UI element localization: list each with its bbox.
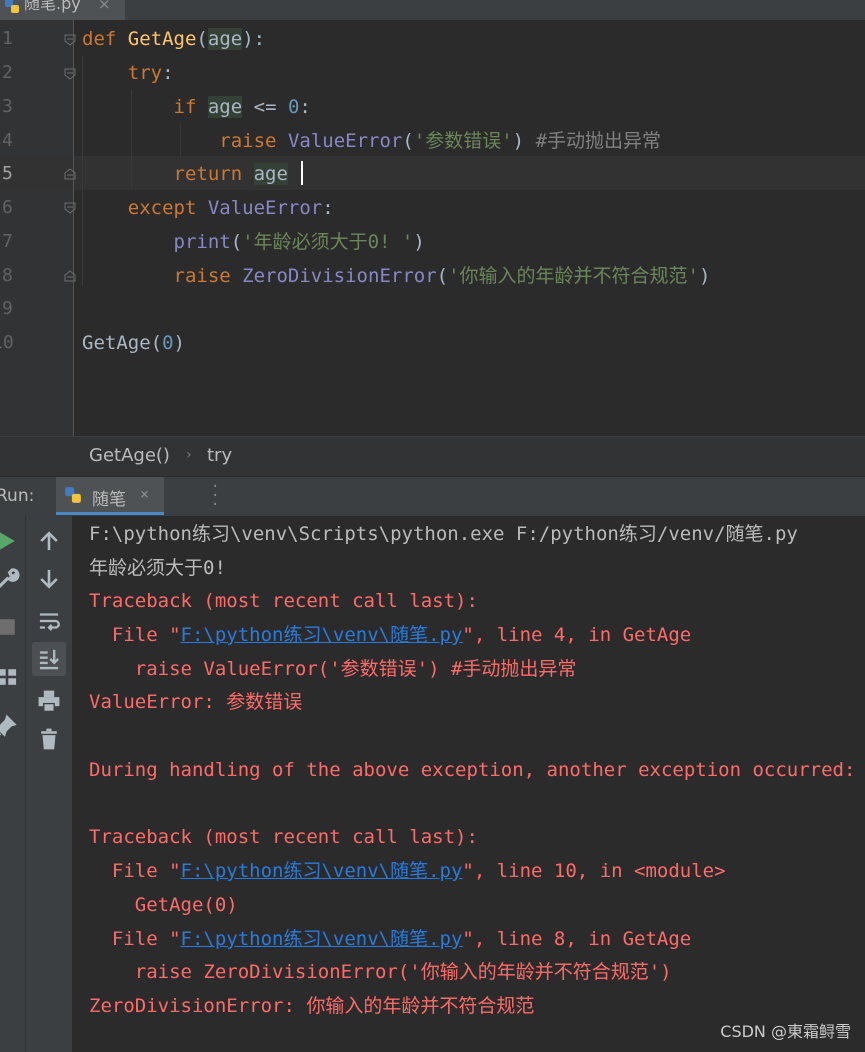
code-line-1: def GetAge(age):: [82, 28, 266, 50]
layout-icon[interactable]: [0, 664, 20, 690]
run-label: Run:: [0, 486, 35, 506]
traceback-code-line: GetAge(0): [89, 894, 238, 916]
file-link[interactable]: F:\python练习\venv\随笔.py: [181, 624, 463, 646]
arrow-up-icon[interactable]: [36, 528, 62, 554]
fold-end-icon[interactable]: [64, 270, 76, 282]
line-number: 4: [2, 130, 13, 151]
editor-tab-strip: [0, 0, 865, 21]
code-editor[interactable]: [74, 20, 865, 436]
breadcrumb: GetAge() › try: [0, 436, 865, 477]
code-line-3: if age <= 0:: [173, 96, 311, 118]
run-tab[interactable]: 随笔 ×: [56, 477, 164, 515]
fold-icon[interactable]: [64, 202, 76, 214]
watermark: CSDN @東霜鲟雪: [720, 1022, 851, 1041]
during-handling-message: During handling of the above exception, …: [89, 759, 856, 781]
more-options-icon[interactable]: · · ·: [211, 480, 219, 512]
soft-wrap-icon[interactable]: [36, 608, 62, 634]
run-panel-header: Run: 随笔 × · · ·: [0, 476, 865, 517]
scroll-to-end-icon[interactable]: [36, 646, 62, 672]
traceback-code-line: raise ZeroDivisionError('你输入的年龄并不符合规范'): [89, 961, 672, 983]
run-toolbar-left: [0, 516, 25, 1052]
line-number: 9: [2, 298, 13, 319]
print-icon[interactable]: [36, 688, 62, 714]
close-icon[interactable]: ×: [140, 485, 149, 503]
line-number: 2: [2, 62, 13, 83]
code-line-6: except ValueError:: [127, 197, 334, 219]
code-line-4: raise ValueError('参数错误') #手动抛出异常: [219, 130, 662, 152]
code-line-5: return age: [173, 163, 288, 185]
line-number: 10: [0, 332, 14, 353]
traceback-header: Traceback (most recent call last):: [89, 826, 478, 848]
console-command-line: F:\python练习\venv\Scripts\python.exe F:/p…: [89, 523, 798, 545]
run-icon[interactable]: [0, 528, 20, 554]
traceback-file-line: File "F:\python练习\venv\随笔.py", line 4, i…: [89, 624, 692, 646]
line-number: 6: [2, 197, 13, 218]
fold-icon[interactable]: [64, 34, 76, 46]
run-console[interactable]: F:\python练习\venv\Scripts\python.exe F:/p…: [72, 516, 865, 1052]
file-link[interactable]: F:\python练习\venv\随笔.py: [181, 928, 463, 950]
python-icon: [65, 487, 81, 503]
editor-tab[interactable]: 随笔.py ×: [0, 0, 125, 20]
fold-end-icon[interactable]: [64, 168, 76, 180]
editor-tab-label: 随笔.py: [24, 0, 81, 13]
breadcrumb-separator: ›: [186, 447, 192, 463]
code-line-8: raise ZeroDivisionError('你输入的年龄并不符合规范'): [173, 265, 711, 287]
code-line-2: try:: [127, 62, 174, 84]
breadcrumb-item-getage[interactable]: GetAge(): [89, 445, 170, 466]
stop-icon[interactable]: [0, 614, 20, 640]
line-number: 3: [2, 96, 13, 117]
code-line-7: print('年龄必须大于0! '): [173, 231, 425, 253]
text-caret: [301, 161, 303, 185]
breadcrumb-item-try[interactable]: try: [207, 445, 232, 466]
line-number: 1: [2, 28, 13, 49]
line-number: 8: [2, 265, 13, 286]
wrench-icon[interactable]: [0, 566, 20, 592]
console-print-output: 年龄必须大于0!: [89, 557, 226, 579]
gutter-divider: [73, 20, 74, 436]
fold-icon[interactable]: [64, 68, 76, 80]
run-tab-label: 随笔: [92, 490, 126, 510]
pin-icon[interactable]: [0, 714, 20, 740]
traceback-file-line: File "F:\python练习\venv\随笔.py", line 8, i…: [89, 928, 692, 950]
python-file-icon: [5, 0, 19, 13]
traceback-file-line: File "F:\python练习\venv\随笔.py", line 10, …: [89, 860, 726, 882]
trash-icon[interactable]: [36, 726, 62, 752]
traceback-header: Traceback (most recent call last):: [89, 590, 478, 612]
error-message: ZeroDivisionError: 你输入的年龄并不符合规范: [89, 995, 535, 1017]
run-toolbar-right: [25, 516, 74, 1052]
code-line-10: GetAge(0): [82, 332, 185, 354]
line-number-current: 5: [2, 163, 13, 184]
arrow-down-icon[interactable]: [36, 566, 62, 592]
file-link[interactable]: F:\python练习\venv\随笔.py: [181, 860, 463, 882]
error-message: ValueError: 参数错误: [89, 691, 303, 713]
traceback-code-line: raise ValueError('参数错误') #手动抛出异常: [89, 658, 577, 680]
line-number: 7: [2, 231, 13, 252]
close-icon[interactable]: ×: [98, 0, 111, 12]
